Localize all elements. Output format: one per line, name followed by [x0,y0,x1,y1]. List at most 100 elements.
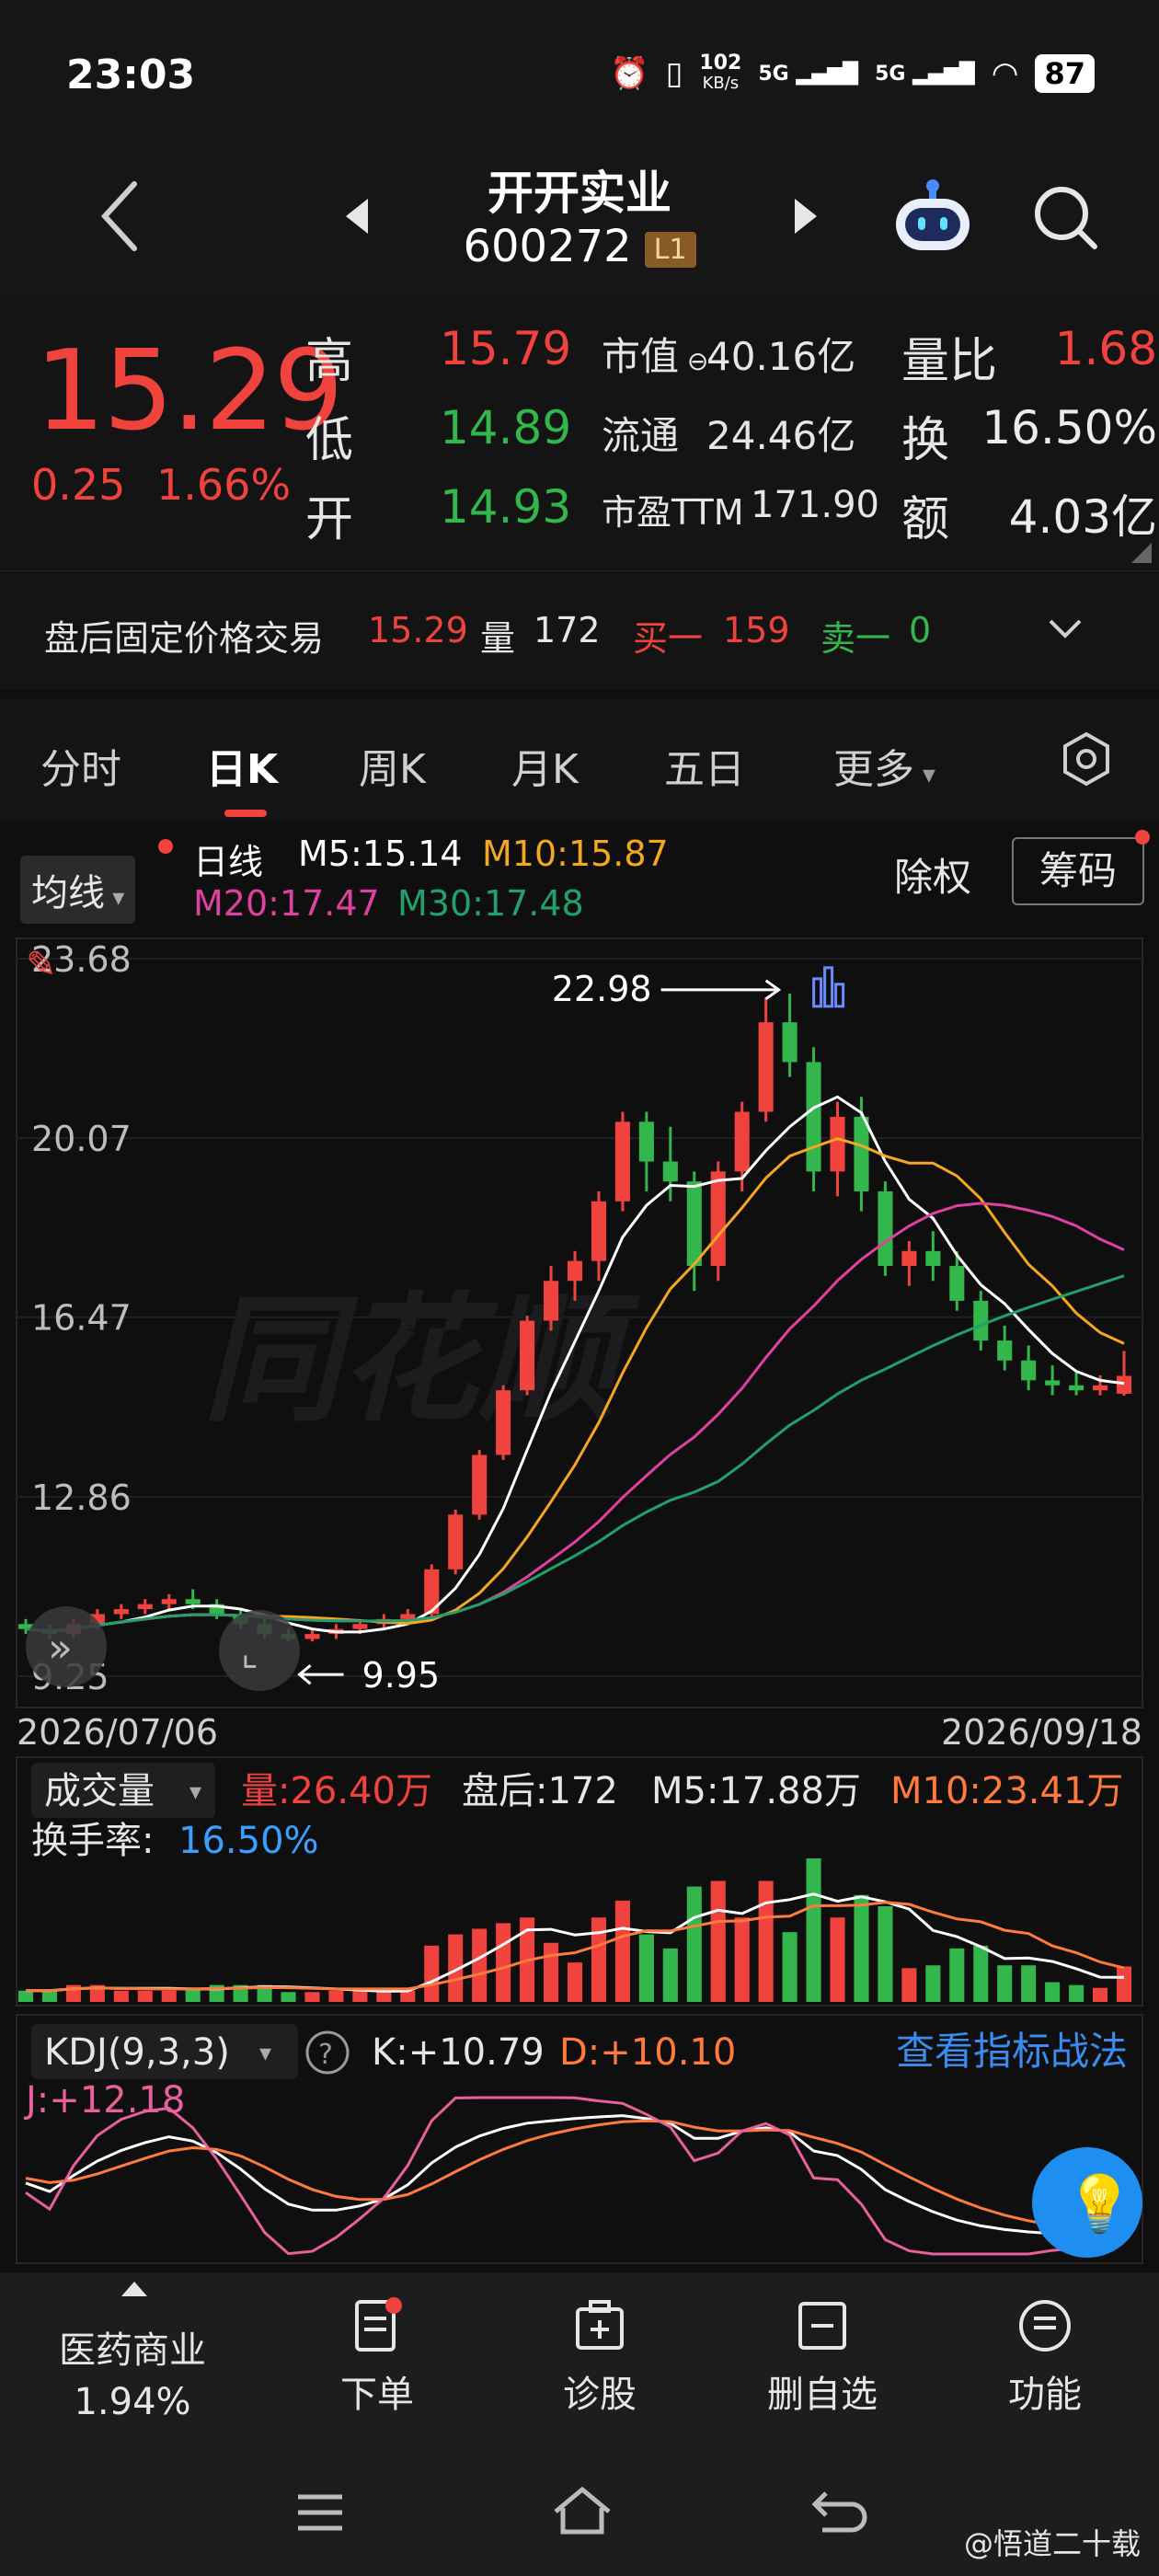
candle-body [734,1111,750,1172]
order-icon [355,2297,402,2352]
ma20-value: M20:17.47 [193,883,380,924]
after-hours-label: 盘后固定价格交易 [44,618,325,659]
candle-body [400,1614,416,1619]
tab-monthly-k[interactable]: 月K [511,736,579,795]
period-tabs: 分时 日K 周K 月K 五日 更多 ▾ [0,699,1159,821]
event-icon [812,977,823,1008]
help-icon-glyph: ? [318,2039,333,2071]
tab-five-day[interactable]: 五日 [664,736,745,795]
chip-button[interactable]: 筹码 [1012,837,1144,905]
ma-selector-button[interactable]: 均线 ▾ [20,856,136,924]
amount-label: 额 [901,492,950,547]
indicator-strategy-link[interactable]: 查看指标战法 [896,2029,1128,2074]
adjust-button[interactable]: 除权 [894,846,971,903]
volume-bar [304,1992,320,2002]
kdj-label: KDJ(9,3,3) [44,2031,230,2074]
volume-bar [137,1990,153,2002]
float-value: 24.46亿 [706,413,856,458]
candle-body [1069,1385,1084,1391]
candle-body [304,1634,320,1639]
volume-bar [878,1906,893,2002]
candle-body [161,1599,177,1604]
home-icon[interactable] [550,2484,614,2539]
alarm-icon: ⏰ [610,55,649,92]
tab-weekly-k[interactable]: 周K [359,736,426,795]
line-type-label: 日线 [193,842,264,882]
tab-daily-k[interactable]: 日K [206,736,278,795]
kdj-k-line [25,2114,1125,2237]
info-icon[interactable]: ⊖ [679,346,708,376]
candle-body [662,1161,678,1182]
after-hours-row[interactable]: 盘后固定价格交易 15.29 量 172 买一 159 卖一 0 [0,570,1159,690]
low-mark-label: 9.95 [362,1655,441,1696]
candle-body [973,1300,989,1341]
robot-assistant-icon[interactable] [889,175,977,258]
kdj-k-value: K:+10.79 [372,2031,545,2074]
volume-bar [806,1858,821,2002]
volume-bar [758,1880,774,2002]
current-price: 15.29 [35,328,344,455]
volume-bar [973,1945,989,2002]
settings-icon[interactable] [1058,730,1115,788]
sector-change: 1.94% [74,2381,191,2423]
low-label: 低 [305,413,354,468]
volume-m10: M10:23.41万 [890,1770,1123,1812]
double-chevron-icon: » [48,1625,73,1672]
volume-bar [901,1968,917,2002]
menu-circle-icon [1019,2300,1071,2352]
fullscreen-button[interactable] [219,1610,300,1691]
kdj-j-value: J:+12.18 [23,2079,185,2122]
sector-name: 医药商业 [59,2329,206,2372]
next-stock-icon[interactable] [789,193,822,239]
high-value: 15.79 [440,322,572,375]
candle-body [949,1266,965,1301]
volume-bar [734,1917,750,2002]
stock-name: 开开实业 [488,167,671,220]
ma5-value: M5:15.14 [298,834,463,874]
caret-up-icon [121,2282,147,2296]
volume-bar [854,1894,869,2002]
stock-code: 600272 [463,221,632,272]
candle-body [710,1171,726,1267]
volume-bar [591,1917,607,2002]
stock-code-row: 600272 L1 [0,221,1159,272]
signal-icon-2: 5G ▂▄▆█ [875,62,975,86]
watermark-logo: 同花顺 [202,1281,641,1441]
x-end-label: 2026/09/18 [941,1712,1142,1753]
remove-watchlist-label: 删自选 [767,2374,878,2416]
volume-bar [41,1990,58,2002]
battery-icon: 87 [1035,54,1095,93]
search-icon[interactable] [1030,182,1104,256]
chevron-down-icon[interactable] [1045,615,1085,643]
volume-bar [949,1948,965,2002]
ask1-label: 卖一 [820,618,891,659]
volume-bar [328,1990,344,2002]
quote-panel: 15.29 0.25 1.66% 高 15.79 低 14.89 开 14.93… [0,294,1159,570]
y-tick-label: 12.86 [31,1478,132,1518]
wifi-icon: ◠ [991,55,1019,92]
volume-bar [1092,1987,1108,2002]
menu-icon[interactable] [293,2490,348,2536]
event-icon [834,983,845,1008]
volume-bar [424,1945,440,2002]
amount-value: 4.03亿 [1008,490,1157,544]
draw-pen-icon[interactable]: ✎ [26,944,57,986]
candle-body [1092,1385,1108,1391]
candle-body [185,1599,201,1604]
candle-body [1045,1380,1061,1386]
candle-body [1116,1375,1132,1394]
volume-bar [782,1932,798,2002]
volume-bar [638,1934,654,2002]
pe-value: 171.90 [751,484,879,526]
volume-m5: M5:17.88万 [651,1770,861,1812]
turnover-rate-label: 换手率: [31,1820,154,1862]
stock-chart[interactable]: 同花顺 23.6820.0716.4712.869.25 22.989.95 2… [0,929,1159,2272]
back-nav-icon[interactable] [809,2486,868,2537]
open-label: 开 [305,492,354,547]
live-dot [158,839,173,854]
candle-body [686,1181,702,1267]
volume-bar [543,1942,559,2002]
tab-more[interactable]: 更多 ▾ [833,736,935,795]
expand-corner-icon[interactable] [1131,543,1152,563]
tab-intraday[interactable]: 分时 [40,736,121,795]
